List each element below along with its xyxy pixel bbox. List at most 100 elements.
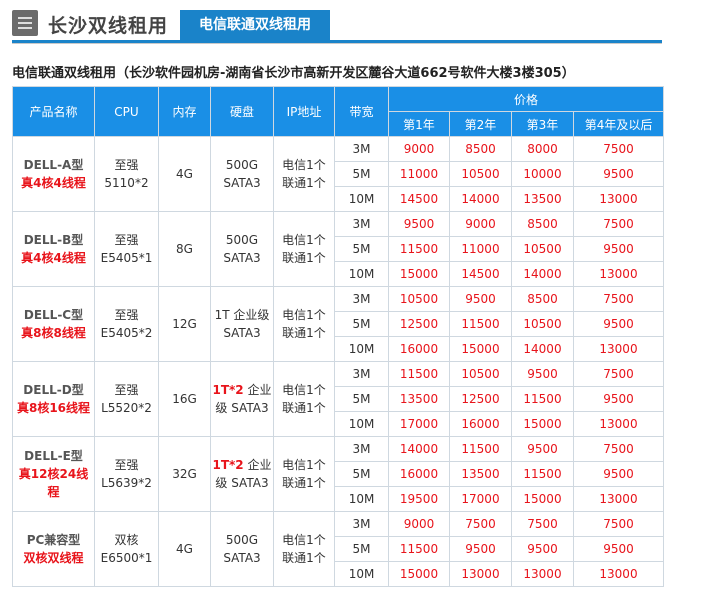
cpu-family: 至强 xyxy=(114,233,139,247)
price-cell: 11500 xyxy=(511,461,574,487)
cpu-cell: 至强 L5639*2 xyxy=(94,436,159,512)
price-cell: 15000 xyxy=(388,261,450,287)
price-cell: 7500 xyxy=(572,436,665,462)
header-disk: 硬盘 xyxy=(210,86,274,137)
header-price: 价格 xyxy=(387,86,665,112)
disk-cell: 500G SATA3 xyxy=(210,511,274,587)
price-cell: 13000 xyxy=(572,261,665,287)
product-model: DELL-E型 xyxy=(24,449,83,463)
price-cell: 15000 xyxy=(449,336,512,362)
cpu-cell: 双核 E6500*1 xyxy=(94,511,159,587)
ip-unicom: 联通1个 xyxy=(282,476,326,490)
price-cell: 9000 xyxy=(388,511,450,537)
bandwidth-cell: 5M xyxy=(334,386,389,412)
price-cell: 12500 xyxy=(449,386,512,412)
product-name-cell: DELL-B型 真4核4线程 xyxy=(12,211,95,287)
product-cores: 真4核4线程 xyxy=(21,176,86,190)
disk-cell: 500G SATA3 xyxy=(210,211,274,287)
page-title: 长沙双线租用 xyxy=(48,15,169,37)
ip-unicom: 联通1个 xyxy=(282,251,326,265)
cpu-cell: 至强 E5405*1 xyxy=(94,211,159,287)
disk-cell: 1T 企业级 SATA3 xyxy=(210,286,274,362)
table-row: DELL-B型 真4核4线程 至强 E5405*1 8G 500G SATA3 电信1个 联通1… xyxy=(12,211,665,287)
price-table: 产品名称 CPU 内存 硬盘 IP地址 带宽 价格 第1年 第2年 第3年 第4… xyxy=(12,86,665,587)
ip-cell: 电信1个 联通1个 xyxy=(273,286,335,362)
product-cores: 真8核8线程 xyxy=(21,326,86,340)
cpu-family: 至强 xyxy=(114,458,139,472)
disk-cell: 1T*2 企业级 SATA3 xyxy=(210,361,274,437)
price-cell: 9500 xyxy=(449,286,512,312)
bandwidth-cell: 3M xyxy=(334,286,389,312)
header-divider-thin xyxy=(12,43,662,44)
product-name-cell: DELL-E型 真12核24线程 xyxy=(12,436,95,512)
header-year-2: 第2年 xyxy=(449,111,512,137)
price-cell: 17000 xyxy=(388,411,450,437)
disk-capacity: 1T*2 企业 xyxy=(211,456,273,474)
price-cell: 11500 xyxy=(511,386,574,412)
product-model: DELL-B型 xyxy=(23,233,84,247)
memory-cell: 4G xyxy=(158,511,211,587)
product-cores: 双核双线程 xyxy=(23,551,84,565)
ip-cell: 电信1个联通1个 xyxy=(273,511,335,587)
bandwidth-cell: 10M xyxy=(334,186,389,212)
disk-capacity: 1T 企业级 xyxy=(214,308,270,322)
price-cell: 11500 xyxy=(388,236,450,262)
ip-cell: 电信1个 联通1个 xyxy=(273,436,335,512)
bandwidth-cell: 5M xyxy=(334,461,389,487)
bandwidth-cell: 3M xyxy=(334,136,389,162)
list-icon xyxy=(12,10,38,36)
price-cell: 9500 xyxy=(572,536,665,562)
product-name-cell: DELL-D型 真8核16线程 xyxy=(12,361,95,437)
price-cell: 16000 xyxy=(388,336,450,362)
header-year-3: 第3年 xyxy=(511,111,574,137)
bandwidth-cell: 10M xyxy=(334,561,389,587)
tab-dual-line-rental[interactable]: 电信联通双线租用 xyxy=(180,10,330,40)
header-bandwidth: 带宽 xyxy=(334,86,389,137)
cpu-cell: 至强 5110*2 xyxy=(94,136,159,212)
ip-cell: 电信1个 联通1个 xyxy=(273,136,335,212)
price-cell: 15000 xyxy=(511,411,574,437)
cpu-family: 至强 xyxy=(114,308,139,322)
memory-cell: 32G xyxy=(158,436,211,512)
header-year-1: 第1年 xyxy=(388,111,450,137)
header-ip: IP地址 xyxy=(273,86,335,137)
disk-cell: 1T*2 企业级 SATA3 xyxy=(210,436,274,512)
price-cell: 7500 xyxy=(511,511,574,537)
price-cell: 14000 xyxy=(511,261,574,287)
price-cell: 9000 xyxy=(388,136,450,162)
section-subtitle: 电信联通双线租用（长沙软件园机房-湖南省长沙市高新开发区麓谷大道662号软件大楼… xyxy=(12,66,575,81)
cpu-family: 至强 xyxy=(114,383,139,397)
ip-telecom: 电信1个 xyxy=(282,383,326,397)
price-cell: 13000 xyxy=(572,411,665,437)
ip-unicom: 联通1个 xyxy=(282,176,326,190)
price-cell: 9500 xyxy=(572,386,665,412)
ip-cell: 电信1个 联通1个 xyxy=(273,361,335,437)
price-cell: 12500 xyxy=(388,311,450,337)
product-name-cell: PC兼容型 双核双线程 xyxy=(12,511,95,587)
disk-capacity: 500G xyxy=(225,233,259,247)
table-row: PC兼容型 双核双线程 双核 E6500*1 4G 500G SATA3 电信1个 联通1个 3M… xyxy=(12,511,665,587)
price-cell: 9500 xyxy=(572,461,665,487)
table-row: DELL-E型 真12核24线程 至强 L5639*2 32G 1T*2 企业级 SATA… xyxy=(12,436,665,512)
price-cell: 9000 xyxy=(449,211,512,237)
price-cell: 10500 xyxy=(449,361,512,387)
bandwidth-cell: 5M xyxy=(334,161,389,187)
cpu-cell: 至强 L5520*2 xyxy=(94,361,159,437)
ip-telecom: 电信1个 xyxy=(282,533,326,547)
price-cell: 13000 xyxy=(511,561,574,587)
bandwidth-cell: 10M xyxy=(334,261,389,287)
price-cell: 9500 xyxy=(511,436,574,462)
bandwidth-cell: 10M xyxy=(334,411,389,437)
product-cores: 真4核4线程 xyxy=(21,251,86,265)
product-name-cell: DELL-A型 真4核4线程 xyxy=(12,136,95,212)
bandwidth-cell: 5M xyxy=(334,311,389,337)
ip-unicom: 联通1个 xyxy=(282,551,326,565)
price-cell: 9500 xyxy=(572,236,665,262)
price-cell: 9500 xyxy=(388,211,450,237)
disk-type: SATA3 xyxy=(223,326,261,340)
bandwidth-cell: 3M xyxy=(334,211,389,237)
bandwidth-cell: 10M xyxy=(334,486,389,512)
price-cell: 9500 xyxy=(572,311,665,337)
price-cell: 7500 xyxy=(572,211,665,237)
price-cell: 7500 xyxy=(572,511,665,537)
